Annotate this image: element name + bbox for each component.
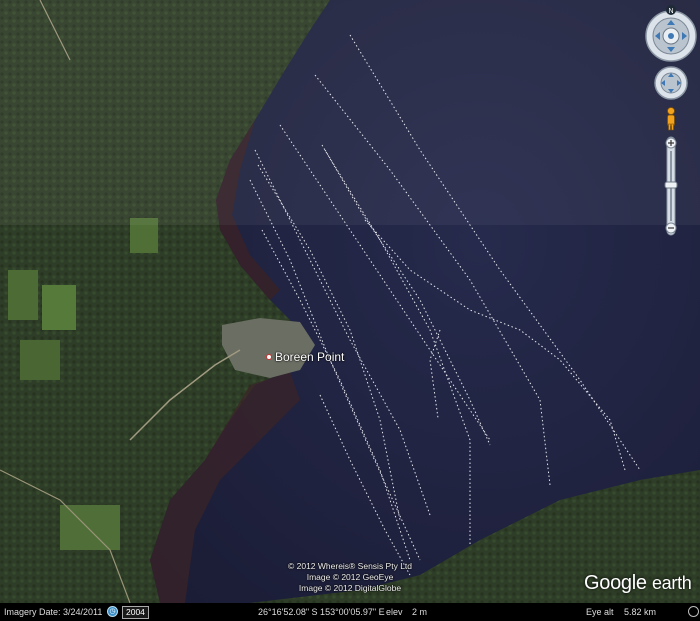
navigation-controls: N bbox=[645, 5, 697, 236]
place-name: Boreen Point bbox=[275, 350, 345, 364]
historical-imagery-clock-icon[interactable]: ◷ bbox=[107, 606, 118, 617]
zoom-in-icon[interactable] bbox=[665, 137, 677, 149]
attribution-line: © 2012 Whereis® Sensis Pty Ltd bbox=[287, 561, 413, 571]
imagery-date: Imagery Date: 3/24/2011 bbox=[4, 607, 103, 617]
field bbox=[20, 340, 60, 380]
field bbox=[60, 505, 120, 550]
cursor-coordinates: 26°16'52.08" S 153°00'05.97" E bbox=[258, 607, 385, 617]
place-marker-icon[interactable] bbox=[266, 354, 272, 360]
place-label-boreen-point[interactable]: Boreen Point bbox=[266, 350, 344, 364]
zoom-out-icon[interactable] bbox=[665, 222, 677, 234]
status-bar: Imagery Date: 3/24/2011 26°16'52.08" S 1… bbox=[0, 603, 700, 621]
north-label: N bbox=[668, 8, 673, 15]
attribution-line: Image © 2012 DigitalGlobe bbox=[298, 583, 402, 593]
logo-brand: Google bbox=[584, 572, 647, 594]
historical-imagery-year-button[interactable]: 2004 bbox=[122, 606, 149, 619]
street-view-pegman-icon[interactable] bbox=[667, 107, 675, 131]
field bbox=[42, 285, 76, 330]
north-indicator[interactable]: N bbox=[666, 5, 676, 15]
look-joystick-icon[interactable] bbox=[645, 10, 697, 62]
move-joystick-icon[interactable] bbox=[654, 66, 688, 100]
attribution-line: Image © 2012 GeoEye bbox=[306, 572, 394, 582]
eye-alt-value: 5.82 km bbox=[624, 607, 657, 617]
field bbox=[8, 270, 38, 320]
zoom-thumb[interactable] bbox=[664, 181, 678, 189]
eye-alt-label: Eye alt bbox=[586, 607, 614, 617]
satellite-imagery[interactable] bbox=[0, 0, 700, 603]
map-viewport[interactable]: Boreen Point © 2012 Whereis® Sensis Pty … bbox=[0, 0, 700, 621]
logo-product: earth bbox=[651, 573, 692, 593]
google-earth-logo: Google earth bbox=[584, 572, 692, 595]
elevation-value: 2 m bbox=[412, 607, 428, 617]
streaming-status-icon bbox=[688, 606, 699, 617]
elevation-label: elev bbox=[386, 607, 403, 617]
imagery-attribution: © 2012 Whereis® Sensis Pty Ltd Image © 2… bbox=[250, 561, 450, 594]
